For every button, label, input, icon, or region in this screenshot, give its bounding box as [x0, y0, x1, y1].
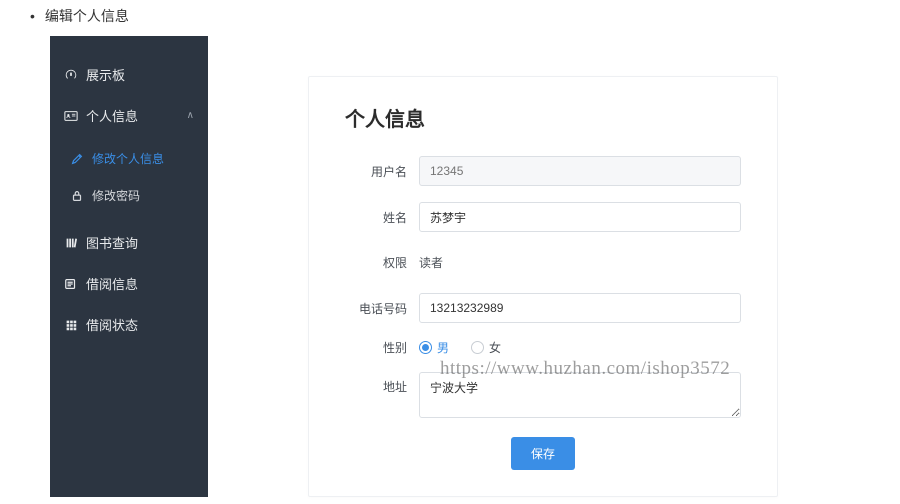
gender-label: 性别: [345, 339, 407, 356]
form-row-username: 用户名: [345, 156, 741, 186]
sidebar-subitem-label: 修改密码: [92, 187, 140, 204]
name-label: 姓名: [345, 209, 407, 226]
gender-female-radio[interactable]: 女: [471, 339, 501, 356]
lock-icon: [70, 189, 84, 203]
save-button[interactable]: 保存: [511, 437, 575, 470]
gender-male-label: 男: [437, 339, 449, 356]
form-row-gender: 性别 男 女: [345, 339, 741, 356]
edit-icon: [70, 152, 84, 166]
main-content: 个人信息 用户名 姓名 权限 读者 电话号码: [208, 36, 900, 497]
profile-card: 个人信息 用户名 姓名 权限 读者 电话号码: [308, 76, 778, 497]
role-label: 权限: [345, 254, 407, 271]
role-value: 读者: [419, 248, 741, 277]
sidebar-item-profile[interactable]: 个人信息 ∧: [50, 95, 208, 136]
sidebar-item-borrow-status[interactable]: 借阅状态: [50, 304, 208, 345]
name-control: [419, 202, 741, 232]
radio-circle-icon: [419, 341, 432, 354]
phone-label: 电话号码: [345, 300, 407, 317]
gender-male-radio[interactable]: 男: [419, 339, 449, 356]
sidebar-item-label: 图书查询: [86, 233, 138, 252]
page-heading-text: 编辑个人信息: [45, 8, 129, 24]
sidebar-subitem-label: 修改个人信息: [92, 150, 164, 167]
sidebar-item-dashboard[interactable]: 展示板: [50, 54, 208, 95]
address-textarea[interactable]: [419, 372, 741, 418]
list-icon: [64, 277, 78, 291]
gender-female-label: 女: [489, 339, 501, 356]
dashboard-icon: [64, 68, 78, 82]
sidebar-subitems: 修改个人信息 修改密码: [50, 136, 208, 222]
sidebar-subitem-change-password[interactable]: 修改密码: [50, 177, 208, 214]
form-row-phone: 电话号码: [345, 293, 741, 323]
sidebar-item-label: 借阅状态: [86, 315, 138, 334]
phone-input[interactable]: [419, 293, 741, 323]
sidebar-item-label: 展示板: [86, 65, 125, 84]
form-row-name: 姓名: [345, 202, 741, 232]
name-input[interactable]: [419, 202, 741, 232]
form-actions: 保存: [345, 437, 741, 470]
sidebar-item-borrow-info[interactable]: 借阅信息: [50, 263, 208, 304]
phone-control: [419, 293, 741, 323]
form-row-role: 权限 读者: [345, 248, 741, 277]
address-control: [419, 372, 741, 421]
sidebar-item-label: 借阅信息: [86, 274, 138, 293]
id-card-icon: [64, 109, 78, 123]
card-title: 个人信息: [345, 103, 741, 132]
sidebar-subitem-edit-profile[interactable]: 修改个人信息: [50, 140, 208, 177]
address-label: 地址: [345, 372, 407, 395]
radio-circle-icon: [471, 341, 484, 354]
username-control: [419, 156, 741, 186]
page-heading: 编辑个人信息: [0, 0, 900, 36]
sidebar: 展示板 个人信息 ∧ 修改个人信息 修改密码 图书查询 借阅信息: [50, 36, 208, 497]
bars-icon: [64, 236, 78, 250]
grid-icon: [64, 318, 78, 332]
username-label: 用户名: [345, 163, 407, 180]
chevron-up-icon: ∧: [187, 110, 194, 121]
sidebar-item-label: 个人信息: [86, 106, 138, 125]
username-input: [419, 156, 741, 186]
gender-radio-group: 男 女: [419, 339, 741, 356]
sidebar-item-book-search[interactable]: 图书查询: [50, 222, 208, 263]
form-row-address: 地址: [345, 372, 741, 421]
app-container: 展示板 个人信息 ∧ 修改个人信息 修改密码 图书查询 借阅信息: [0, 36, 900, 497]
